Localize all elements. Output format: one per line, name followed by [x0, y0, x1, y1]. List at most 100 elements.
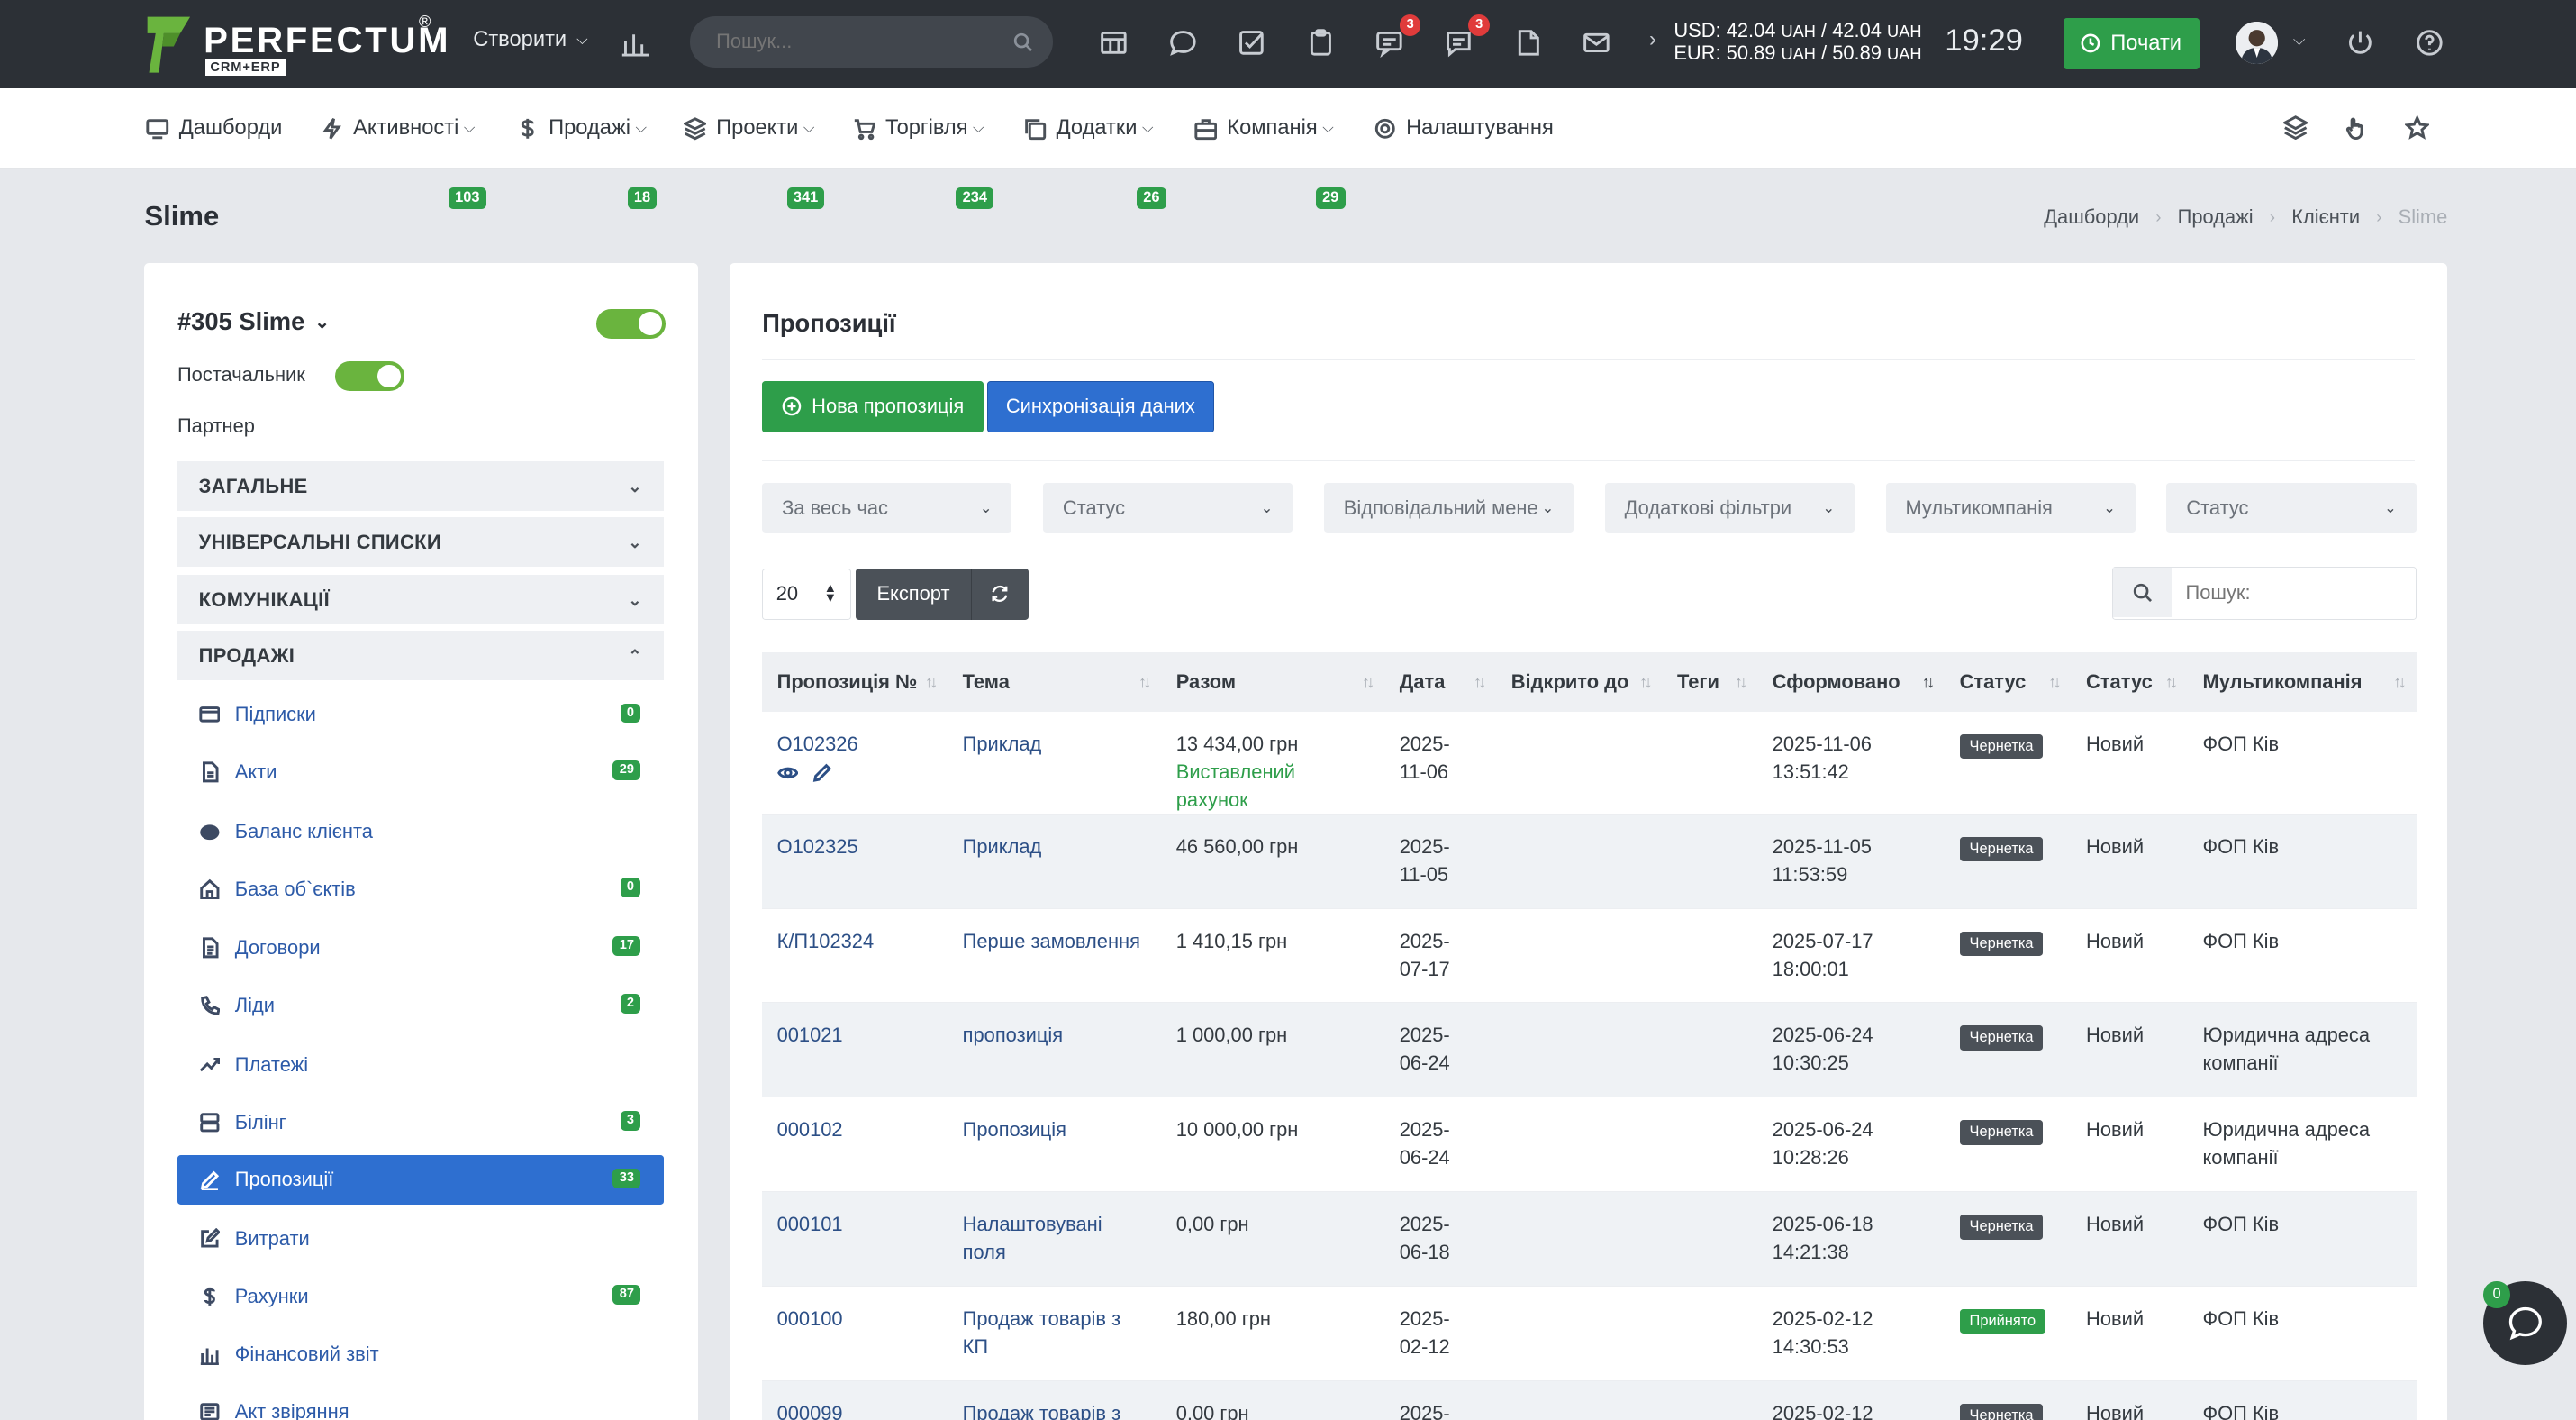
topic-link[interactable]: Продаж товарів з	[963, 1402, 1120, 1420]
calendar-table-icon[interactable]	[1095, 24, 1131, 60]
global-search-input[interactable]	[716, 29, 996, 53]
sidebar-item-proposals[interactable]: Пропозиції 33	[177, 1155, 664, 1205]
nav-activities[interactable]: Активності ⌵	[321, 116, 475, 141]
nav-trade[interactable]: Торгівля ⌵	[853, 116, 984, 141]
chat-widget-button[interactable]: 0	[2483, 1281, 2568, 1366]
sidebar-item-subscriptions[interactable]: Підписки 0	[177, 690, 664, 740]
currency-rates[interactable]: › USD: 42.04 UAH / 42.04 UAH EUR: 50.89 …	[1649, 20, 1922, 64]
proposal-number-link[interactable]: O102325	[777, 835, 858, 858]
proposal-number-link[interactable]: 000101	[777, 1213, 843, 1235]
sidebar-item-leads[interactable]: Ліди 2	[177, 981, 664, 1031]
sort-icon[interactable]: ↑↓	[925, 672, 939, 692]
sidebar-item-reconciliation[interactable]: Акт звіряння	[177, 1387, 664, 1420]
column-header[interactable]: Відкрито до ↑↓	[1496, 651, 1663, 712]
avatar[interactable]	[2236, 21, 2279, 65]
refresh-icon[interactable]	[970, 568, 1029, 620]
document-icon[interactable]	[1510, 24, 1546, 60]
column-header[interactable]: Статус ↑↓	[2071, 651, 2189, 712]
nav-company[interactable]: Компанія ⌵	[1194, 116, 1334, 141]
topic-link[interactable]: Пропозиція	[963, 1118, 1066, 1141]
sort-icon[interactable]: ↑↓	[1138, 672, 1152, 692]
global-search[interactable]	[689, 16, 1053, 68]
star-icon[interactable]	[2403, 114, 2435, 145]
proposal-number-link[interactable]: O102326	[777, 733, 858, 755]
breadcrumb-item[interactable]: Клієнти	[2291, 205, 2360, 229]
table-row[interactable]: 001021 пропозиція 1 000,00 грн 2025- 06-24 20…	[762, 1002, 2417, 1098]
topic-link[interactable]: Перше замовлення	[963, 930, 1140, 952]
table-row[interactable]: 000101 Налаштовувані поля 0,00 грн 2025- 06-…	[762, 1191, 2417, 1287]
sidebar-item-financial-report[interactable]: Фінансовий звіт	[177, 1329, 664, 1379]
section-communications[interactable]: КОМУНІКАЦІЇ ⌄	[177, 575, 664, 624]
export-button[interactable]: Експорт	[856, 582, 971, 605]
filter-responsible[interactable]: Відповідальний мене ⌄	[1323, 483, 1574, 532]
create-menu[interactable]: Створити ⌵	[473, 28, 587, 52]
section-universal-lists[interactable]: УНІВЕРСАЛЬНІ СПИСКИ ⌄	[177, 517, 664, 568]
client-active-toggle[interactable]	[596, 308, 666, 339]
task-check-icon[interactable]	[1234, 24, 1270, 60]
supplier-toggle[interactable]	[335, 361, 404, 392]
layers-toggle-icon[interactable]	[2281, 114, 2313, 145]
stats-icon[interactable]	[618, 24, 654, 60]
sidebar-item-billing[interactable]: Білінг 3	[177, 1097, 664, 1147]
section-sales[interactable]: ПРОДАЖІ ⌃	[177, 631, 664, 680]
topic-link[interactable]: пропозиція	[963, 1024, 1063, 1046]
per-page-select[interactable]: 20 ▲ ▼	[762, 568, 851, 620]
sort-icon[interactable]: ↑↓	[1735, 672, 1748, 692]
clipboard-icon[interactable]	[1302, 24, 1338, 60]
new-proposal-button[interactable]: Нова пропозиція	[762, 381, 984, 432]
table-row[interactable]: O102325 Приклад 46 560,00 грн 2025- 11-05 202…	[762, 814, 2417, 909]
nav-dashboards[interactable]: Дашборди	[146, 116, 282, 141]
table-search-input[interactable]	[2185, 580, 2399, 605]
nav-settings[interactable]: Налаштування	[1374, 116, 1554, 141]
column-header[interactable]: Статус ↑↓	[1945, 651, 2072, 712]
table-row[interactable]: 000099 Продаж товарів з 0,00 грн 2025- 2025-…	[762, 1380, 2417, 1420]
table-row[interactable]: 000100 Продаж товарів з КП 180,00 грн 2025-…	[762, 1286, 2417, 1381]
breadcrumb-item[interactable]: Дашборди	[2044, 205, 2139, 229]
chevron-down-icon[interactable]: ⌵	[2293, 30, 2306, 50]
messages-icon[interactable]: 3	[1440, 14, 1491, 60]
table-row[interactable]: К/П102324 Перше замовлення 1 410,15 грн 202…	[762, 908, 2417, 1004]
notifications-icon[interactable]: 3	[1372, 14, 1421, 60]
sidebar-item-objects-base[interactable]: База об`єктів 0	[177, 864, 664, 914]
search-icon[interactable]	[1013, 30, 1033, 59]
eye-icon[interactable]	[776, 762, 799, 784]
filter-multicompany[interactable]: Мультикомпанія ⌄	[1885, 483, 2136, 532]
topic-link[interactable]: Приклад	[963, 733, 1042, 755]
help-icon[interactable]	[2411, 24, 2447, 60]
breadcrumb-item[interactable]: Продажі	[2178, 205, 2254, 229]
filter-additional[interactable]: Додаткові фільтри ⌄	[1604, 483, 1855, 532]
column-header[interactable]: Теги ↑↓	[1662, 651, 1758, 712]
sort-icon[interactable]: ↑↓	[1922, 672, 1936, 692]
start-timer-button[interactable]: Почати	[2063, 18, 2200, 69]
proposal-number-link[interactable]: 000102	[777, 1118, 843, 1141]
table-row[interactable]: O102326 Приклад 13 434,00 грн Виставлений р…	[762, 711, 2417, 815]
chat-bubble-icon[interactable]	[1165, 24, 1201, 60]
sidebar-item-client-balance[interactable]: Баланс клієнта	[177, 806, 664, 856]
sort-icon[interactable]: ↑↓	[1639, 672, 1653, 692]
client-name-dropdown[interactable]: #305 Slime ⌄	[177, 307, 330, 336]
proposal-number-link[interactable]: 000100	[777, 1307, 843, 1330]
nav-projects[interactable]: Проекти ⌵	[683, 116, 814, 141]
sort-icon[interactable]: ↑↓	[1362, 672, 1375, 692]
pencil-icon[interactable]	[812, 762, 833, 784]
table-row[interactable]: 000102 Пропозиція 10 000,00 грн 2025- 06-24 2…	[762, 1097, 2417, 1193]
column-header[interactable]: Дата ↑↓	[1384, 651, 1497, 712]
sort-icon[interactable]: ↑↓	[1474, 672, 1487, 692]
sidebar-item-expenses[interactable]: Витрати	[177, 1215, 664, 1264]
column-header[interactable]: Пропозиція № ↑↓	[762, 651, 948, 712]
perfectum-logo[interactable]: PERFECTUM ® CRM+ERP	[144, 10, 449, 79]
nav-sales[interactable]: Продажі ⌵	[516, 116, 647, 141]
hand-pointer-icon[interactable]	[2344, 115, 2373, 145]
column-header[interactable]: Разом ↑↓	[1161, 651, 1385, 712]
proposal-number-link[interactable]: К/П102324	[777, 930, 875, 952]
section-general[interactable]: ЗАГАЛЬНЕ ⌄	[177, 461, 664, 512]
topic-link[interactable]: Продаж товарів з КП	[963, 1307, 1120, 1358]
sort-icon[interactable]: ↑↓	[2048, 672, 2062, 692]
sort-icon[interactable]: ↑↓	[2165, 672, 2179, 692]
sidebar-item-acts[interactable]: Акти 29	[177, 748, 664, 797]
sidebar-item-invoices[interactable]: Рахунки 87	[177, 1272, 664, 1322]
sidebar-item-payments[interactable]: Платежі	[177, 1040, 664, 1089]
filter-status-2[interactable]: Статус ⌄	[2166, 483, 2417, 532]
filter-status[interactable]: Статус ⌄	[1043, 483, 1293, 532]
filter-period[interactable]: За весь час ⌄	[762, 483, 1012, 532]
